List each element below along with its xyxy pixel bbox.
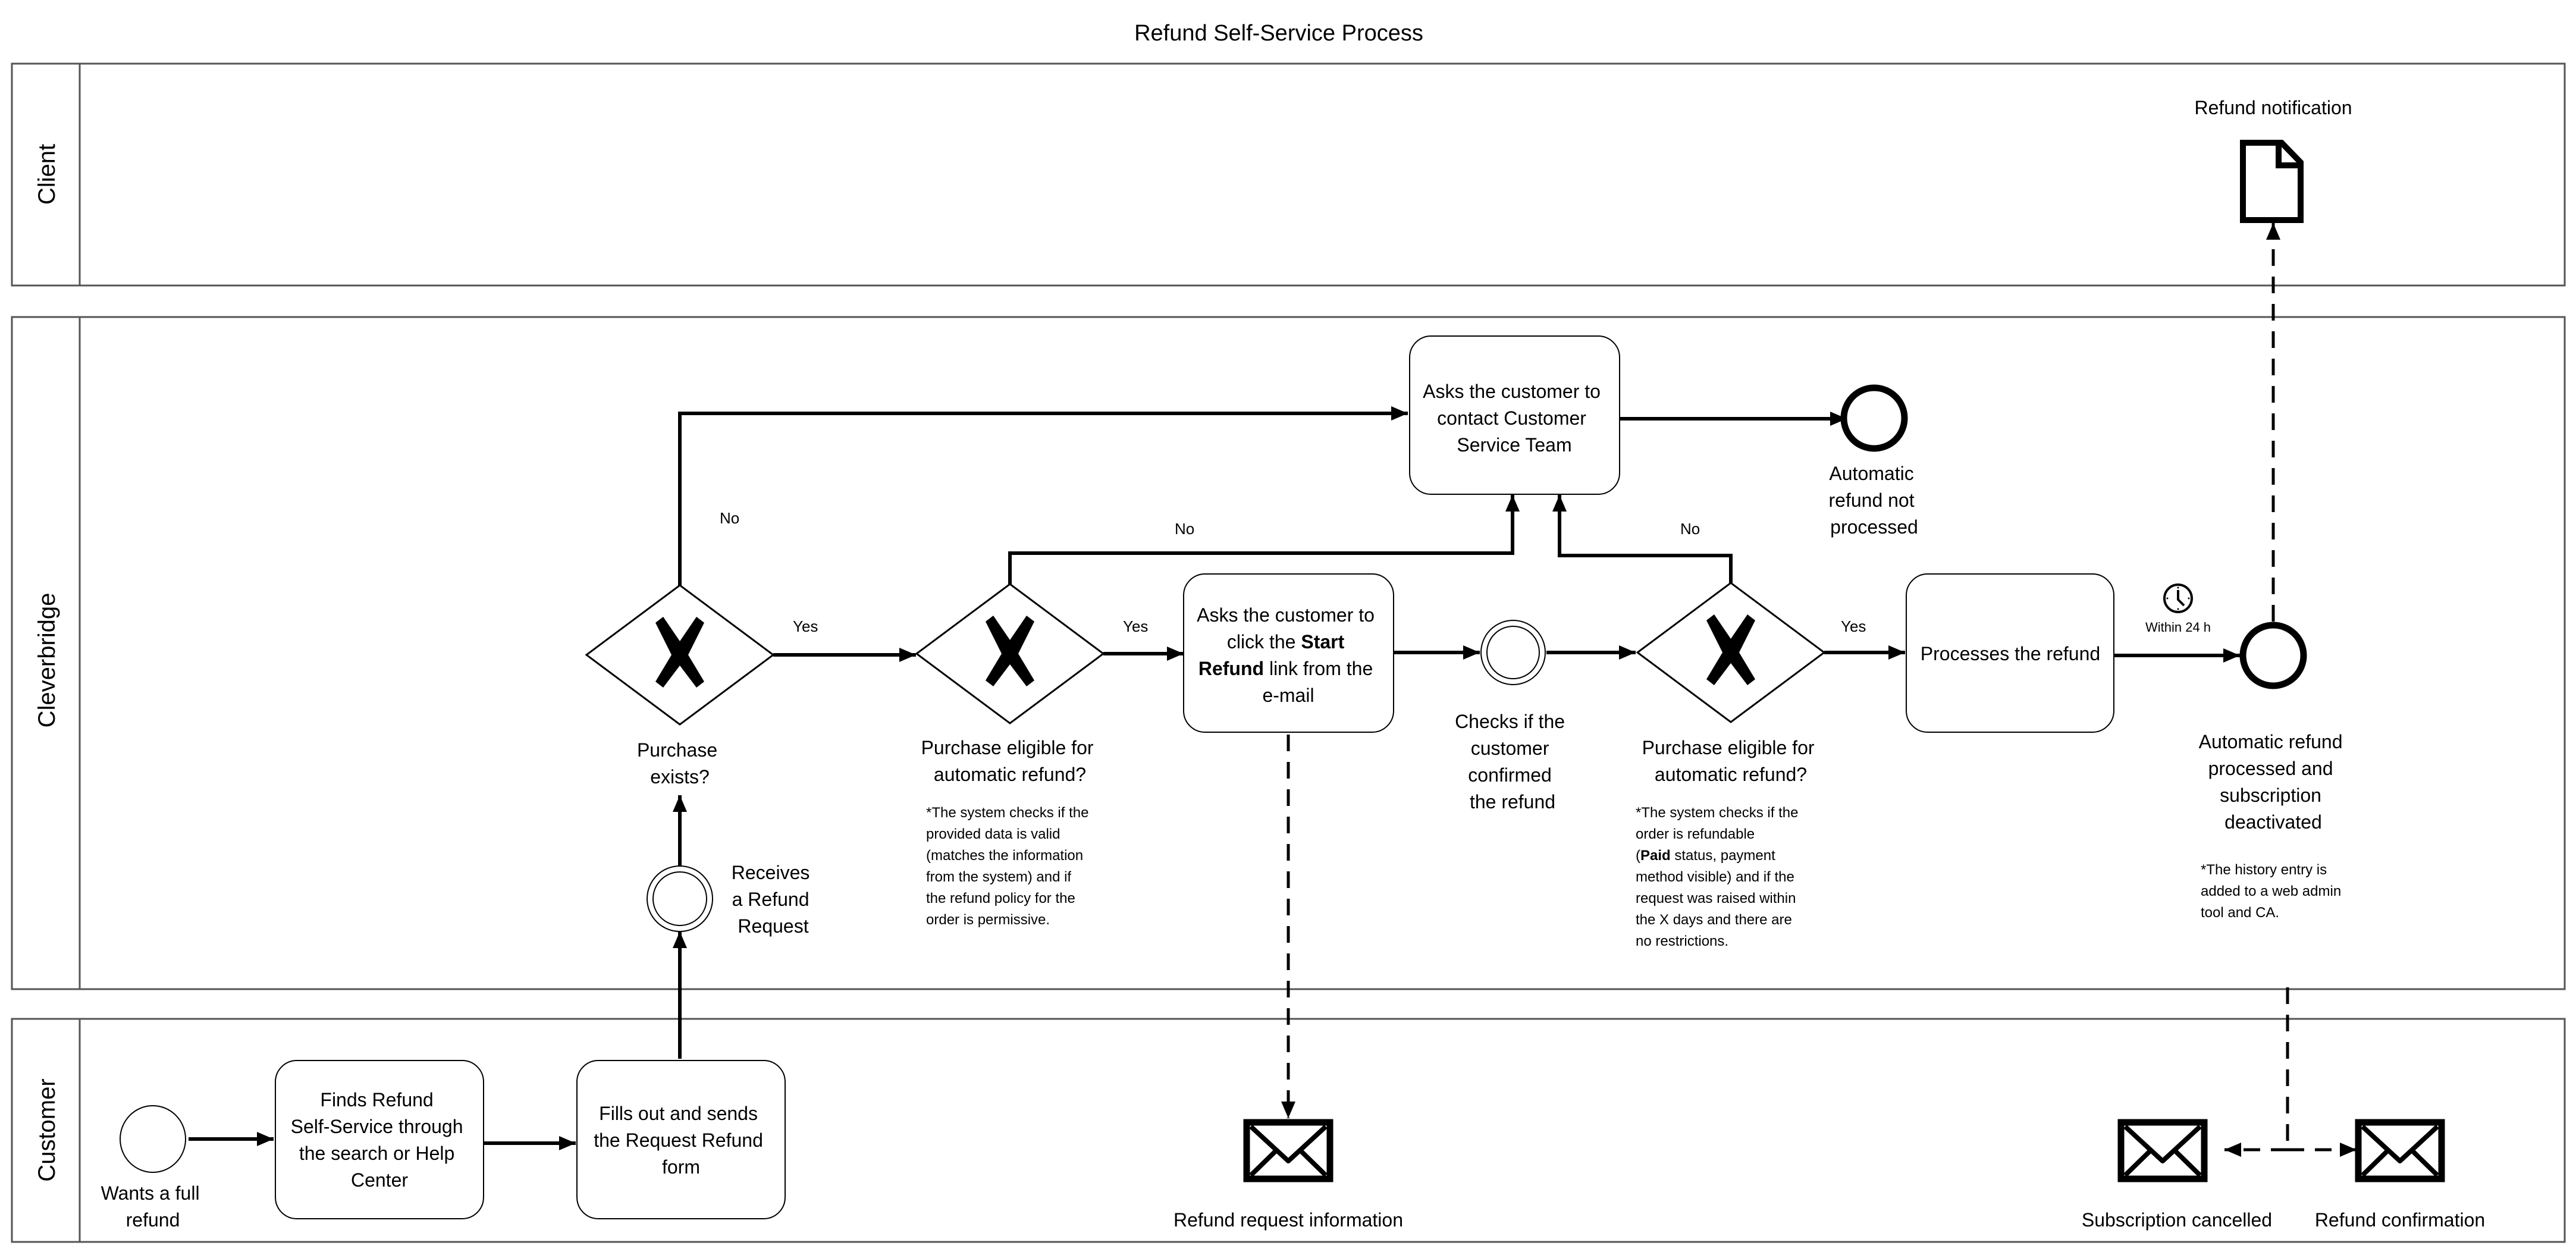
flow-label-no: No	[1175, 520, 1194, 538]
gateway-eligible-1[interactable]	[915, 583, 1105, 724]
flow-gw2-no	[1008, 495, 1520, 584]
artifact-label-refund-request-info: Refund request information	[1174, 1209, 1403, 1231]
end-event-processed[interactable]	[2239, 622, 2307, 689]
task-fills-out-form[interactable]: Fills out and sends the Request Refund f…	[576, 1060, 786, 1219]
diagram-title: Refund Self-Service Process	[1134, 21, 1423, 46]
lane-label-client: Client	[34, 144, 60, 205]
end-event-not-processed-label: Automatic refund not processed	[1829, 463, 1920, 538]
start-event[interactable]	[120, 1105, 186, 1173]
gateway-eligible-1-label: Purchase eligible for automatic refund?	[921, 737, 1099, 785]
start-event-label: Wants a full refund	[101, 1182, 205, 1231]
artifact-label-subscription-cancelled: Subscription cancelled	[2082, 1209, 2272, 1231]
sequence-flows	[189, 406, 2240, 1150]
envelope-icon	[1243, 1119, 1334, 1182]
intermediate-event-checks-confirmed[interactable]	[1480, 620, 1546, 685]
timer-label: Within 24 h	[2145, 620, 2211, 635]
gateway-purchase-exists[interactable]	[585, 584, 775, 726]
intermediate-event-receives-label: Receives a Refund Request	[732, 862, 815, 937]
flow-label-yes: Yes	[1841, 617, 1866, 635]
task-asks-start-refund[interactable]: Asks the customer to click the Start Ref…	[1183, 573, 1394, 733]
end-event-not-processed[interactable]	[1840, 384, 1908, 452]
gateway-eligible-2-label: Purchase eligible for automatic refund?	[1642, 737, 1820, 785]
gateway-purchase-exists-label: Purchase exists?	[637, 739, 723, 787]
bpmn-diagram: Refund Self-Service Process Client Cleve…	[11, 21, 2566, 1243]
lane-client: Client	[11, 62, 2566, 287]
gateway-eligible-1-note: *The system checks if the provided data …	[926, 805, 1093, 928]
lane-label-cleverbridge: Cleverbridge	[34, 593, 60, 728]
task-processes-refund-label: Processes the refund	[1921, 643, 2100, 664]
gateway-eligible-2[interactable]	[1636, 582, 1826, 723]
history-note: *The history entry is added to a web adm…	[2201, 862, 2345, 921]
document-icon	[2240, 140, 2304, 223]
envelope-icon	[2117, 1119, 2208, 1182]
flow-label-yes: Yes	[793, 617, 818, 635]
clock-icon	[2163, 583, 2193, 613]
artifact-label-refund-notification: Refund notification	[2194, 97, 2352, 118]
flow-label-yes: Yes	[1123, 617, 1148, 635]
task-finds-refund[interactable]: Finds Refund Self-Service through the se…	[275, 1060, 484, 1219]
gateway-eligible-2-note: *The system checks if the order is refun…	[1636, 805, 1802, 949]
flow-gw3-no	[1552, 495, 1733, 583]
flow-label-no: No	[720, 509, 739, 527]
intermediate-event-checks-label: Checks if the customer confirmed the ref…	[1455, 711, 1570, 812]
end-event-processed-label: Automatic refund processed and subscript…	[2199, 731, 2348, 833]
task-asks-contact-service[interactable]: Asks the customer to contact Customer Se…	[1409, 335, 1620, 495]
flow-gw1-no	[678, 406, 1408, 585]
envelope-icon	[2355, 1119, 2445, 1182]
intermediate-event-receives-request[interactable]	[647, 865, 713, 932]
lane-label-customer: Customer	[34, 1078, 60, 1181]
task-processes-refund[interactable]: Processes the refund	[1906, 573, 2114, 733]
artifact-label-refund-confirmation: Refund confirmation	[2315, 1209, 2485, 1231]
flow-label-no: No	[1680, 520, 1700, 538]
